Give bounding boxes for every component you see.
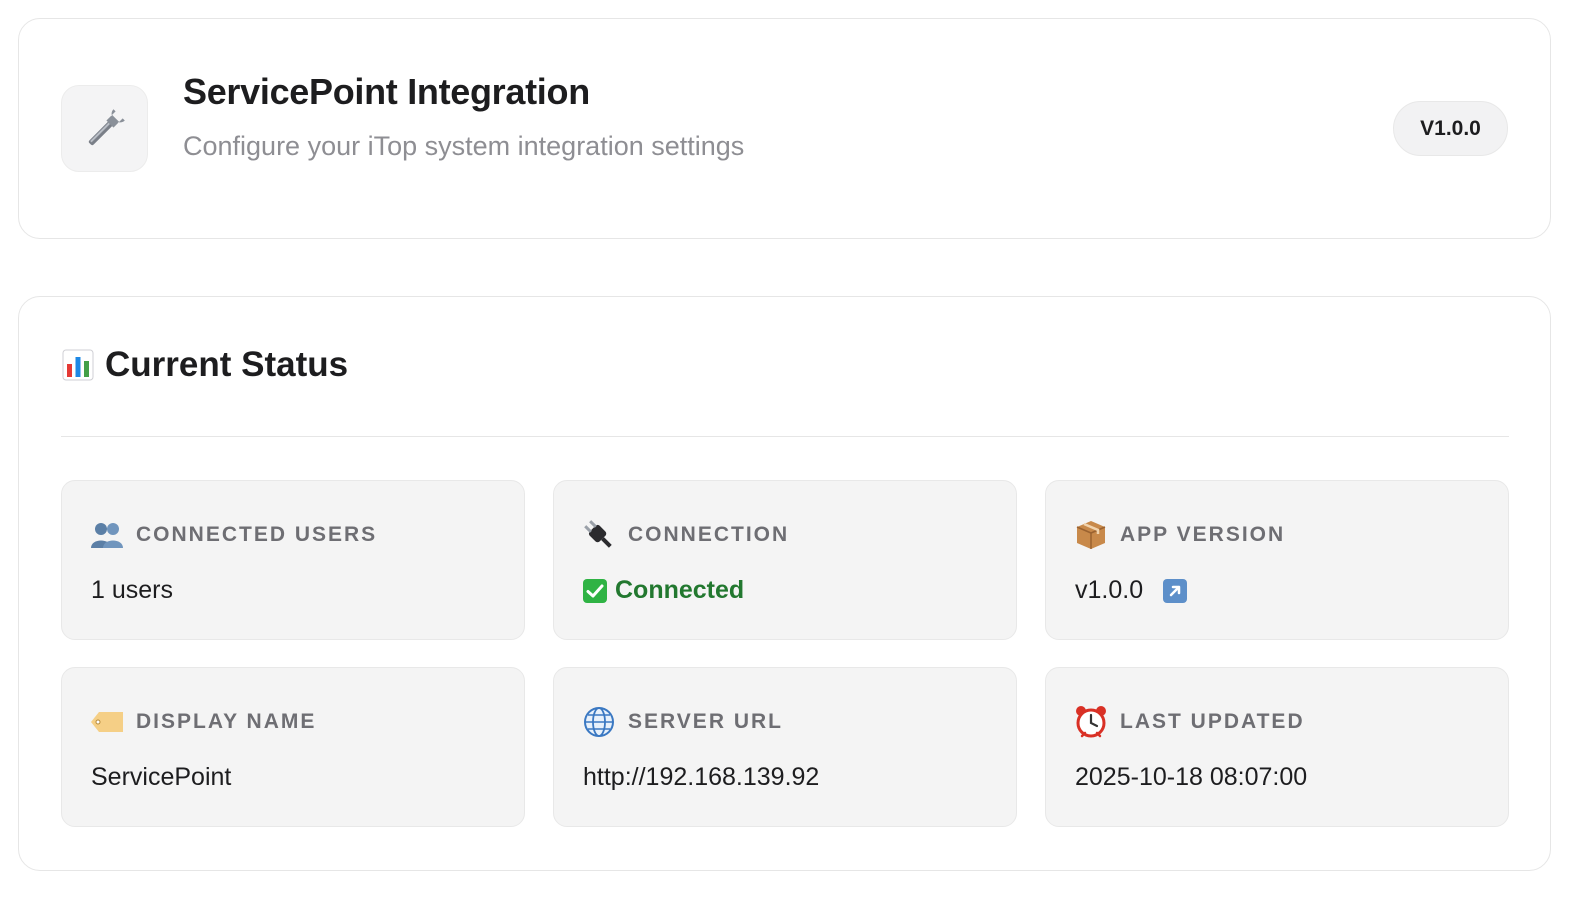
tile-label: CONNECTION	[628, 523, 790, 546]
tile-server-url: SERVER URL http://192.168.139.92	[553, 667, 1017, 827]
tile-value: ServicePoint	[91, 763, 231, 792]
tile-value: http://192.168.139.92	[583, 763, 819, 792]
tile-label: DISPLAY NAME	[136, 710, 317, 733]
connection-status: Connected	[615, 576, 745, 604]
bar-chart-icon	[61, 348, 95, 382]
external-link-icon[interactable]	[1163, 578, 1188, 603]
tile-app-version: APP VERSION v1.0.0	[1045, 480, 1509, 640]
display-name-value: ServicePoint	[91, 763, 232, 791]
page-subtitle: Configure your iTop system integration s…	[183, 131, 745, 161]
package-icon	[1074, 518, 1108, 552]
server-url-value: http://192.168.139.92	[583, 763, 820, 791]
tag-icon	[90, 705, 124, 739]
divider	[61, 436, 1509, 437]
globe-icon	[582, 705, 616, 739]
users-icon	[90, 518, 124, 552]
check-box-icon	[583, 578, 607, 603]
status-card: Current Status CONNECTED USERS 1 users C…	[18, 296, 1551, 871]
tile-value: Connected	[583, 576, 744, 605]
wrench-icon	[61, 85, 148, 172]
header-card: ServicePoint Integration Configure your …	[18, 18, 1551, 239]
last-updated-value: 2025-10-18 08:07:00	[1075, 763, 1308, 791]
tile-label: APP VERSION	[1120, 523, 1286, 546]
tile-display-name: DISPLAY NAME ServicePoint	[61, 667, 525, 827]
connected-users-value: 1 users	[91, 576, 173, 604]
alarm-clock-icon	[1074, 705, 1108, 739]
tile-value: 2025-10-18 08:07:00	[1075, 763, 1307, 792]
tile-connection: CONNECTION Connected	[553, 480, 1017, 640]
tile-value: v1.0.0	[1075, 576, 1188, 605]
tile-value: 1 users	[91, 576, 173, 605]
tile-last-updated: LAST UPDATED 2025-10-18 08:07:00	[1045, 667, 1509, 827]
tile-label: SERVER URL	[628, 710, 783, 733]
tile-label: LAST UPDATED	[1120, 710, 1305, 733]
tile-label: CONNECTED USERS	[136, 523, 378, 546]
page-title: ServicePoint Integration	[183, 71, 590, 112]
tile-connected-users: CONNECTED USERS 1 users	[61, 480, 525, 640]
app-version-value: v1.0.0	[1075, 576, 1144, 604]
version-badge: V1.0.0	[1393, 101, 1508, 156]
section-title-text: Current Status	[105, 345, 349, 384]
section-title: Current Status	[61, 345, 348, 385]
plug-icon	[582, 518, 616, 552]
